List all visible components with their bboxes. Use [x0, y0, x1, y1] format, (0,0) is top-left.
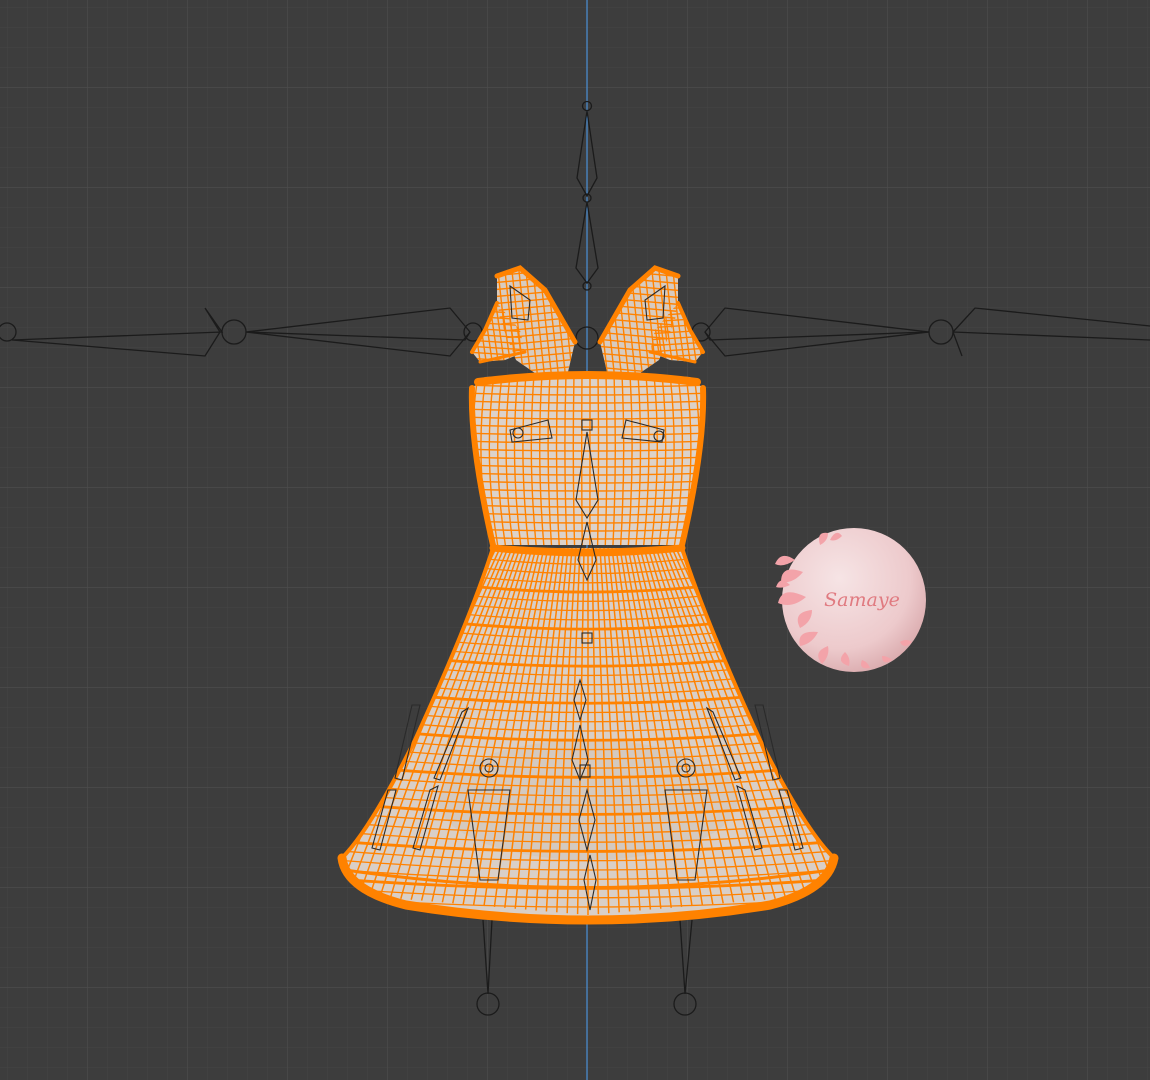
3d-viewport[interactable]: Samaye [0, 0, 1150, 1080]
watermark-text: Samaye [824, 589, 900, 611]
viewport-canvas[interactable]: Samaye [0, 0, 1150, 1080]
